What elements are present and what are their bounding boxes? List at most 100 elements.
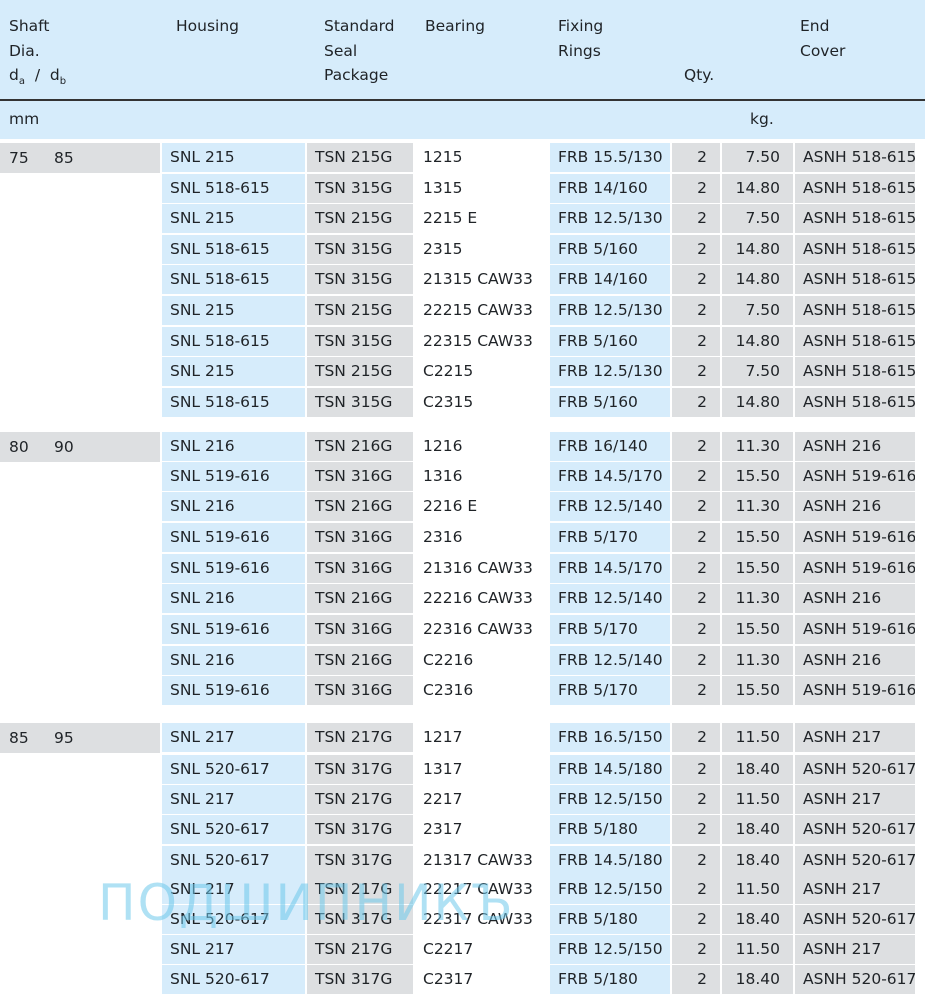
- cell-end-cover: ASNH 519-616: [795, 615, 915, 644]
- cell-qty: 2: [672, 432, 720, 461]
- cell-weight: 11.50: [722, 723, 793, 752]
- cell-bearing: 22317 CAW33: [423, 910, 533, 928]
- cell-bearing: 21316 CAW33: [423, 559, 533, 577]
- cell-seal: TSN 316G: [307, 462, 413, 491]
- cell-weight: 11.30: [722, 492, 793, 521]
- cell-end-cover: ASNH 520-617: [795, 965, 915, 994]
- cell-fixing: FRB 5/160: [550, 388, 670, 417]
- cell-bearing: 2315: [423, 240, 463, 258]
- cell-housing: SNL 215: [162, 143, 305, 172]
- cell-housing: SNL 519-616: [162, 615, 305, 644]
- cell-qty: 2: [672, 935, 720, 964]
- cell-fixing: FRB 12.5/130: [550, 296, 670, 325]
- cell-qty: 2: [672, 327, 720, 356]
- cell-end-cover: ASNH 518-615: [795, 204, 915, 233]
- cell-qty: 2: [672, 755, 720, 784]
- cell-end-cover: ASNH 518-615: [795, 174, 915, 203]
- cell-qty: 2: [672, 296, 720, 325]
- cell-seal: TSN 217G: [307, 875, 413, 904]
- cell-bearing: 22315 CAW33: [423, 332, 533, 350]
- shaft-diameter-cell: 75 85: [0, 143, 160, 173]
- cell-end-cover: ASNH 216: [795, 432, 915, 461]
- cell-bearing: 2216 E: [423, 497, 478, 515]
- shaft-da: 75: [9, 149, 29, 167]
- cell-fixing: FRB 12.5/150: [550, 875, 670, 904]
- cell-weight: 15.50: [722, 523, 793, 552]
- cell-housing: SNL 217: [162, 785, 305, 814]
- cell-bearing: 22316 CAW33: [423, 620, 533, 638]
- cell-end-cover: ASNH 518-615: [795, 143, 915, 172]
- cell-qty: 2: [672, 615, 720, 644]
- cell-bearing: 21317 CAW33: [423, 851, 533, 869]
- cell-fixing: FRB 12.5/150: [550, 785, 670, 814]
- shaft-db: 90: [54, 438, 74, 456]
- cell-seal: TSN 317G: [307, 815, 413, 844]
- cell-seal: TSN 317G: [307, 846, 413, 875]
- cell-weight: 14.80: [722, 327, 793, 356]
- cell-housing: SNL 520-617: [162, 905, 305, 934]
- cell-housing: SNL 519-616: [162, 523, 305, 552]
- cell-weight: 11.50: [722, 785, 793, 814]
- cell-end-cover: ASNH 217: [795, 875, 915, 904]
- cell-fixing: FRB 15.5/130: [550, 143, 670, 172]
- cell-weight: 7.50: [722, 204, 793, 233]
- cell-seal: TSN 315G: [307, 265, 413, 294]
- cell-end-cover: ASNH 518-615: [795, 296, 915, 325]
- cell-end-cover: ASNH 518-615: [795, 327, 915, 356]
- cell-qty: 2: [672, 965, 720, 994]
- cell-fixing: FRB 16.5/150: [550, 723, 670, 752]
- cell-housing: SNL 520-617: [162, 846, 305, 875]
- cell-bearing: 1316: [423, 467, 463, 485]
- cell-qty: 2: [672, 875, 720, 904]
- table-body: 75 85 SNL 215 TSN 215G 1215 FRB 15.5/130 2 7.50…: [0, 0, 925, 1000]
- cell-fixing: FRB 14.5/180: [550, 846, 670, 875]
- cell-fixing: FRB 12.5/140: [550, 646, 670, 675]
- cell-weight: 18.40: [722, 905, 793, 934]
- cell-fixing: FRB 12.5/130: [550, 204, 670, 233]
- cell-weight: 14.80: [722, 388, 793, 417]
- cell-housing: SNL 520-617: [162, 815, 305, 844]
- shaft-diameter-cell: 80 90: [0, 432, 160, 462]
- cell-seal: TSN 215G: [307, 204, 413, 233]
- cell-qty: 2: [672, 785, 720, 814]
- cell-fixing: FRB 12.5/130: [550, 357, 670, 386]
- cell-qty: 2: [672, 646, 720, 675]
- cell-weight: 15.50: [722, 676, 793, 705]
- cell-housing: SNL 520-617: [162, 755, 305, 784]
- cell-end-cover: ASNH 518-615: [795, 235, 915, 264]
- cell-weight: 11.30: [722, 646, 793, 675]
- cell-housing: SNL 519-616: [162, 676, 305, 705]
- cell-seal: TSN 216G: [307, 646, 413, 675]
- shaft-da: 80: [9, 438, 29, 456]
- shaft-da: 85: [9, 729, 29, 747]
- cell-end-cover: ASNH 518-615: [795, 388, 915, 417]
- cell-weight: 11.50: [722, 875, 793, 904]
- shaft-db: 85: [54, 149, 74, 167]
- cell-fixing: FRB 5/160: [550, 235, 670, 264]
- cell-fixing: FRB 5/180: [550, 815, 670, 844]
- cell-end-cover: ASNH 217: [795, 785, 915, 814]
- cell-fixing: FRB 14.5/180: [550, 755, 670, 784]
- cell-qty: 2: [672, 388, 720, 417]
- cell-seal: TSN 315G: [307, 235, 413, 264]
- cell-seal: TSN 316G: [307, 615, 413, 644]
- cell-housing: SNL 217: [162, 935, 305, 964]
- cell-weight: 14.80: [722, 265, 793, 294]
- cell-fixing: FRB 5/160: [550, 327, 670, 356]
- cell-end-cover: ASNH 520-617: [795, 755, 915, 784]
- cell-housing: SNL 217: [162, 875, 305, 904]
- cell-weight: 18.40: [722, 965, 793, 994]
- cell-end-cover: ASNH 520-617: [795, 846, 915, 875]
- cell-fixing: FRB 14.5/170: [550, 462, 670, 491]
- cell-housing: SNL 518-615: [162, 388, 305, 417]
- cell-seal: TSN 215G: [307, 296, 413, 325]
- cell-housing: SNL 216: [162, 492, 305, 521]
- cell-housing: SNL 518-615: [162, 235, 305, 264]
- cell-qty: 2: [672, 554, 720, 583]
- cell-bearing: 1215: [423, 148, 463, 166]
- cell-seal: TSN 315G: [307, 388, 413, 417]
- cell-qty: 2: [672, 204, 720, 233]
- cell-weight: 11.50: [722, 935, 793, 964]
- cell-bearing: 22215 CAW33: [423, 301, 533, 319]
- cell-housing: SNL 519-616: [162, 554, 305, 583]
